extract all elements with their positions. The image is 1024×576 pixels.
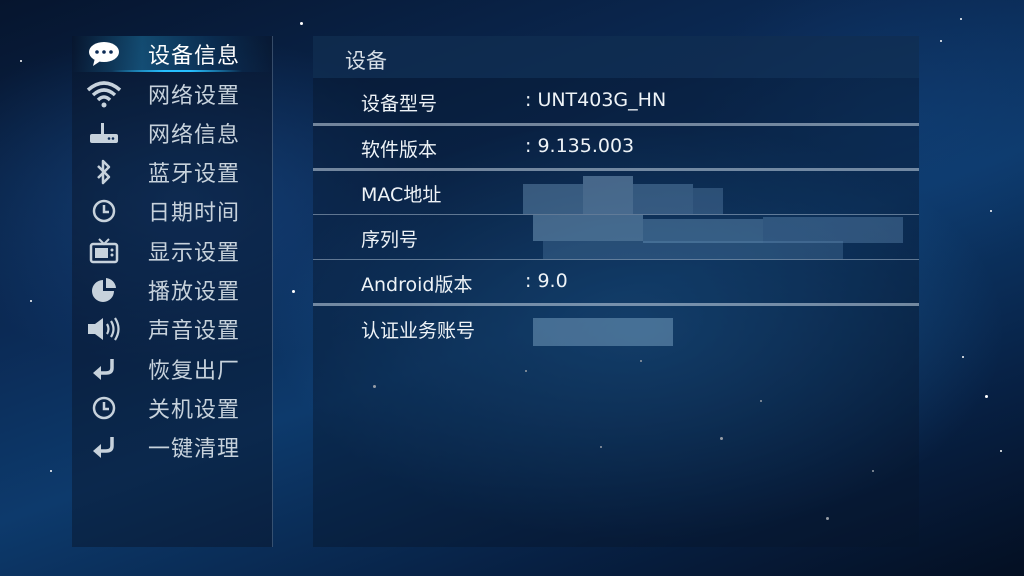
info-row-model: 设备型号 : UNT403G_HN <box>313 79 919 124</box>
pie-chart-icon <box>86 275 122 305</box>
bluetooth-icon <box>86 157 122 187</box>
sidebar-item-label: 显示设置 <box>148 241 241 266</box>
row-label: 软件版本 <box>361 139 438 161</box>
router-icon <box>86 118 122 148</box>
device-info-panel: 设备 设备型号 : UNT403G_HN 软件版本 : 9.135.003 MA… <box>313 36 919 547</box>
wifi-icon <box>86 79 122 109</box>
row-label: 认证业务账号 <box>361 320 476 342</box>
sidebar-item-label: 播放设置 <box>148 280 241 305</box>
sidebar-item-label: 关机设置 <box>148 398 241 423</box>
sidebar-item-label: 设备信息 <box>148 44 241 69</box>
row-value: : UNT403G_HN <box>525 89 667 111</box>
return-arrow-icon <box>86 432 122 462</box>
sidebar-item-factory-reset[interactable]: 恢复出厂 <box>72 351 272 387</box>
chat-bubble-icon <box>86 39 122 69</box>
settings-sidebar: 设备信息 网络设置 网络信息 蓝牙设置 日期时间 显示设置 播放设置 声音设置 … <box>72 36 273 547</box>
sidebar-item-network-info[interactable]: 网络信息 <box>72 115 272 151</box>
info-row-serial-number: 序列号 <box>313 215 919 260</box>
speaker-icon <box>86 314 122 344</box>
row-label: Android版本 <box>361 274 473 296</box>
return-arrow-icon <box>86 354 122 384</box>
sidebar-item-sound[interactable]: 声音设置 <box>72 311 272 347</box>
sidebar-item-label: 一键清理 <box>148 437 241 462</box>
panel-title: 设备 <box>345 49 387 73</box>
sidebar-item-label: 声音设置 <box>148 319 241 344</box>
tv-icon <box>86 236 122 266</box>
sidebar-item-label: 蓝牙设置 <box>148 162 241 187</box>
info-row-auth-account: 认证业务账号 <box>313 306 919 351</box>
info-row-software-version: 软件版本 : 9.135.003 <box>313 125 919 170</box>
row-label: 设备型号 <box>361 93 438 115</box>
row-value: : 9.0 <box>525 270 568 292</box>
sidebar-item-label: 网络设置 <box>148 84 241 109</box>
sidebar-item-one-click-clean[interactable]: 一键清理 <box>72 429 272 465</box>
sidebar-item-network-settings[interactable]: 网络设置 <box>72 76 272 112</box>
row-label: 序列号 <box>361 229 419 251</box>
row-value: : 9.135.003 <box>525 135 635 157</box>
clock-icon <box>86 393 122 423</box>
sidebar-item-date-time[interactable]: 日期时间 <box>72 193 272 229</box>
info-row-android-version: Android版本 : 9.0 <box>313 260 919 305</box>
sidebar-item-label: 日期时间 <box>148 201 241 226</box>
sidebar-item-device-info[interactable]: 设备信息 <box>72 36 272 72</box>
redacted-value-mosaic <box>503 215 913 260</box>
info-row-mac-address: MAC地址 <box>313 170 919 215</box>
row-label: MAC地址 <box>361 184 442 206</box>
clock-icon <box>86 196 122 226</box>
sidebar-item-bluetooth[interactable]: 蓝牙设置 <box>72 154 272 190</box>
sidebar-item-label: 网络信息 <box>148 123 241 148</box>
redacted-value-mosaic <box>503 306 703 351</box>
sidebar-item-playback[interactable]: 播放设置 <box>72 272 272 308</box>
redacted-value-mosaic <box>503 170 763 215</box>
panel-header: 设备 <box>313 36 919 78</box>
sidebar-item-shutdown[interactable]: 关机设置 <box>72 390 272 426</box>
sidebar-item-label: 恢复出厂 <box>148 359 241 384</box>
sidebar-item-display[interactable]: 显示设置 <box>72 233 272 269</box>
